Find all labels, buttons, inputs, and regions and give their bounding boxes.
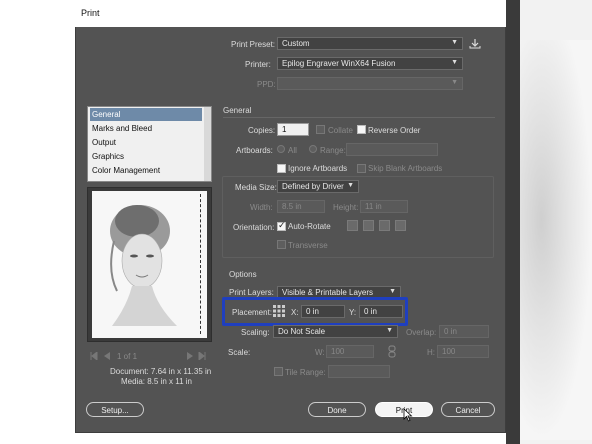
category-scrollbar[interactable]	[204, 107, 211, 181]
ppd-select: ▼	[277, 77, 463, 90]
height-input: 11 in	[360, 200, 408, 213]
landscape-flipped-icon[interactable]	[395, 220, 406, 231]
artboards-all-label: All	[288, 146, 297, 155]
placement-highlight-box	[222, 297, 408, 326]
category-color-management[interactable]: Color Management	[90, 164, 202, 177]
printer-select[interactable]: Epilog Engraver WinX64 Fusion ▼	[277, 57, 463, 70]
auto-rotate-label: Auto-Rotate	[288, 222, 331, 231]
window-title: Print	[81, 8, 100, 18]
scale-w-input: 100	[326, 345, 374, 358]
document-size-label: Document: 7.64 in x 11.35 in	[110, 367, 212, 376]
tile-range-checkbox[interactable]	[274, 367, 283, 376]
options-heading: Options	[229, 270, 257, 279]
setup-button[interactable]: Setup...	[86, 402, 144, 417]
collate-checkbox[interactable]	[316, 125, 325, 134]
page-boundary-line	[200, 194, 201, 334]
scaling-label: Scaling:	[241, 328, 270, 337]
title-bar	[75, 0, 506, 27]
width-label: Width:	[250, 203, 273, 212]
auto-rotate-checkbox[interactable]	[277, 220, 286, 231]
skip-blank-checkbox[interactable]	[357, 164, 366, 173]
save-preset-icon[interactable]	[469, 38, 481, 49]
orientation-label: Orientation:	[233, 223, 275, 232]
print-preset-select[interactable]: Custom ▼	[277, 37, 463, 50]
collate-label: Collate	[328, 126, 353, 135]
category-general[interactable]: General	[90, 108, 202, 121]
skip-blank-label: Skip Blank Artboards	[368, 164, 443, 173]
transverse-checkbox[interactable]	[277, 240, 286, 249]
done-button[interactable]: Done	[308, 402, 366, 417]
background-artwork	[520, 40, 592, 440]
chevron-down-icon: ▼	[386, 327, 393, 334]
scaling-select[interactable]: Do Not Scale ▼	[273, 325, 398, 338]
category-graphics[interactable]: Graphics	[90, 150, 202, 163]
scale-w-label: W:	[315, 348, 325, 357]
reverse-order-label: Reverse Order	[368, 126, 421, 135]
next-page-icon[interactable]	[186, 352, 194, 360]
print-preset-value: Custom	[282, 39, 310, 48]
last-page-icon[interactable]	[198, 350, 206, 362]
artboards-range-input	[346, 143, 438, 156]
width-input: 8.5 in	[277, 200, 325, 213]
chevron-down-icon: ▼	[389, 288, 396, 295]
scale-h-label: H:	[427, 348, 435, 357]
portrait-orientation-icon[interactable]	[347, 220, 358, 231]
print-preset-label: Print Preset:	[231, 40, 276, 49]
scaling-value: Do Not Scale	[278, 327, 326, 336]
artboards-range-label: Range:	[320, 146, 346, 155]
page-indicator: 1 of 1	[117, 352, 138, 361]
overlap-input: 0 in	[439, 325, 489, 338]
landscape-orientation-icon[interactable]	[363, 220, 374, 231]
reverse-order-checkbox[interactable]	[357, 125, 366, 134]
category-marks-and-bleed[interactable]: Marks and Bleed	[90, 122, 202, 135]
chevron-down-icon: ▼	[451, 79, 458, 86]
chevron-down-icon: ▼	[347, 182, 354, 189]
copies-input[interactable]: 1	[277, 123, 309, 136]
transverse-label: Transverse	[288, 241, 328, 250]
scale-h-input: 100	[437, 345, 489, 358]
category-output[interactable]: Output	[90, 136, 202, 149]
category-list: General Marks and Bleed Output Graphics …	[87, 106, 212, 182]
print-layers-value: Visible & Printable Layers	[282, 288, 374, 297]
scale-label: Scale:	[228, 348, 251, 357]
media-size-label: Media: 8.5 in x 11 in	[121, 377, 193, 386]
tile-range-label: Tile Range:	[285, 368, 326, 377]
artboards-label: Artboards:	[236, 146, 273, 155]
media-size-value: Defined by Driver	[282, 182, 344, 191]
printer-label: Printer:	[245, 60, 271, 69]
tile-range-input	[328, 365, 390, 378]
background-strip	[506, 0, 520, 444]
cancel-button[interactable]: Cancel	[441, 402, 495, 417]
overlap-label: Overlap:	[406, 328, 437, 337]
preview-page	[92, 191, 207, 338]
prev-page-icon[interactable]	[103, 352, 111, 360]
mouse-cursor-icon	[403, 408, 413, 422]
copies-label: Copies:	[248, 126, 276, 135]
media-size-select[interactable]: Defined by Driver ▼	[277, 180, 359, 193]
divider	[223, 117, 495, 118]
first-page-icon[interactable]	[90, 350, 98, 362]
artboards-all-radio[interactable]	[277, 145, 285, 153]
general-heading: General	[223, 106, 252, 115]
chevron-down-icon: ▼	[451, 59, 458, 66]
link-proportions-icon[interactable]	[388, 345, 396, 358]
printer-value: Epilog Engraver WinX64 Fusion	[282, 59, 396, 68]
ignore-artboards-label: Ignore Artboards	[288, 164, 348, 173]
ignore-artboards-checkbox[interactable]	[277, 164, 286, 173]
ppd-label: PPD:	[257, 80, 276, 89]
portrait-sketch-image	[110, 205, 177, 326]
print-layers-label: Print Layers:	[229, 288, 274, 297]
chevron-down-icon: ▼	[451, 39, 458, 46]
height-label: Height:	[333, 203, 359, 212]
media-size-label: Media Size:	[235, 183, 277, 192]
artboards-range-radio[interactable]	[309, 145, 317, 153]
portrait-flipped-icon[interactable]	[379, 220, 390, 231]
